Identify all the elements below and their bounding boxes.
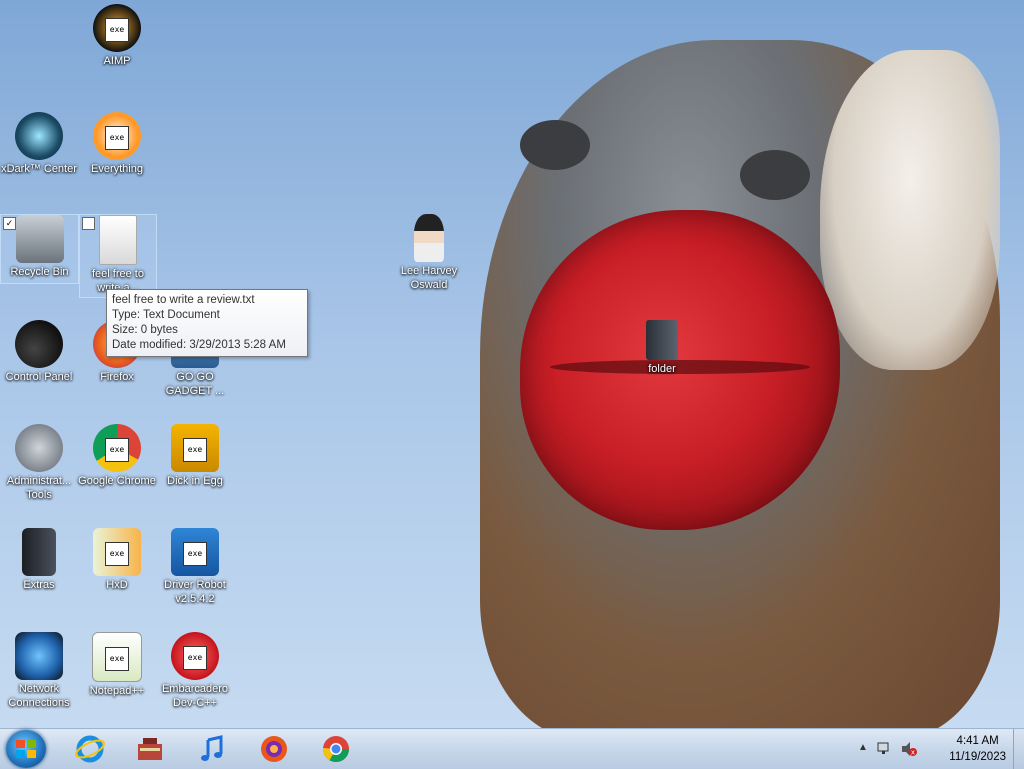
show-desktop-button[interactable]	[1013, 729, 1024, 769]
icon-label: Firefox	[100, 371, 134, 383]
icon-label: folder	[648, 363, 676, 375]
icon-label: AIMP	[103, 55, 131, 67]
desktop-icon-folder[interactable]: folder	[622, 320, 702, 376]
network-tray-icon[interactable]	[876, 740, 894, 758]
nostril-right	[740, 150, 810, 200]
desktop-icon-dev-cpp[interactable]: exe Embarcadero Dev-C++	[155, 632, 235, 710]
network-globe-icon	[15, 632, 63, 680]
start-button[interactable]	[6, 730, 46, 768]
tooltip-date-modified: Date modified: 3/29/2013 5:28 AM	[112, 339, 286, 351]
volume-muted-icon[interactable]: x	[900, 740, 918, 758]
desktop-icon-feel-free-txt[interactable]: feel free to write a...	[79, 214, 157, 298]
chrome-icon	[322, 736, 350, 763]
icon-label: Dick in Egg	[167, 475, 223, 487]
recycle-bin-icon	[15, 215, 64, 263]
clock-date: 11/19/2023	[949, 751, 1006, 763]
dick-in-egg-icon: exe	[171, 424, 219, 472]
icon-label: Control Panel	[5, 371, 73, 383]
icon-label: HxD	[106, 579, 128, 591]
toolbox-icon	[138, 738, 162, 760]
selection-checkbox[interactable]	[82, 217, 95, 230]
tooltip-type: Type: Text Document	[112, 309, 220, 321]
taskbar-chrome[interactable]	[314, 731, 358, 767]
icon-label: Google Chrome	[78, 475, 156, 487]
folder-icon	[646, 320, 678, 360]
windows-flag-icon	[16, 740, 36, 758]
firefox-icon	[261, 736, 287, 762]
desktop-icon-xdark[interactable]: xDark™ Center	[0, 112, 79, 176]
desktop-icon-aimp[interactable]: exe AIMP	[77, 4, 157, 68]
text-document-icon	[99, 215, 137, 265]
driver-robot-icon: exe	[171, 528, 219, 576]
icon-label: Notepad++	[89, 685, 145, 697]
desktop-icon-lee-harvey-oswald[interactable]: Lee Harvey Oswald	[389, 214, 469, 292]
extras-folder-icon	[22, 528, 56, 576]
horse-mane-image	[820, 50, 1000, 370]
admin-tools-gear-icon	[15, 424, 63, 472]
control-panel-icon	[15, 320, 63, 368]
taskbar-toolbox[interactable]	[128, 731, 172, 767]
internet-explorer-icon	[75, 735, 105, 763]
icon-label: Lee Harvey Oswald	[400, 265, 458, 291]
desktop-icon-admin-tools[interactable]: Administrat... Tools	[0, 424, 79, 502]
notepad-plus-plus-icon: exe	[92, 632, 142, 682]
icon-label: Extras	[23, 579, 55, 591]
desktop-icon-google-chrome[interactable]: exe Google Chrome	[77, 424, 157, 488]
taskbar: ▲ x 4:41 AM 11/19/2023	[0, 728, 1024, 769]
icon-label: Administrat... Tools	[6, 475, 72, 501]
svg-text:x: x	[911, 749, 915, 757]
tray-expand-icon[interactable]: ▲	[858, 742, 868, 753]
music-note-icon	[201, 735, 223, 761]
everything-icon: exe	[93, 112, 141, 160]
icon-label: Recycle Bin	[10, 266, 69, 278]
icon-label: Embarcadero Dev-C++	[161, 683, 229, 709]
desktop-icon-hxd[interactable]: exe HxD	[77, 528, 157, 592]
aimp-icon: exe	[93, 4, 141, 52]
tooltip-size: Size: 0 bytes	[112, 324, 178, 336]
desktop-icon-driver-robot[interactable]: exe Driver Robot v2.5.4.2	[155, 528, 235, 606]
icon-label: Network Connections	[8, 683, 70, 709]
clock-time: 4:41 AM	[956, 735, 999, 747]
file-info-tooltip: feel free to write a review.txt Type: Te…	[106, 289, 308, 357]
taskbar-firefox[interactable]	[252, 731, 296, 767]
icon-label: Everything	[91, 163, 143, 175]
desktop-icon-network-connections[interactable]: Network Connections	[0, 632, 79, 710]
desktop-icon-recycle-bin[interactable]: ✓ Recycle Bin	[0, 214, 79, 284]
nostril-left	[520, 120, 590, 170]
desktop-icon-everything[interactable]: exe Everything	[77, 112, 157, 176]
icon-label: GO GO GADGET ...	[165, 371, 225, 397]
tooltip-filename: feel free to write a review.txt	[112, 294, 255, 306]
taskbar-internet-explorer[interactable]	[68, 731, 112, 767]
dev-cpp-icon: exe	[171, 632, 219, 680]
selection-checkbox[interactable]: ✓	[3, 217, 16, 230]
desktop-icon-extras[interactable]: Extras	[0, 528, 79, 592]
desktop-icon-control-panel[interactable]: Control Panel	[0, 320, 79, 384]
system-tray: ▲ x 4:41 AM 11/19/2023	[854, 729, 1024, 769]
chrome-icon: exe	[93, 424, 141, 472]
icon-label: xDark™ Center	[1, 163, 77, 175]
desktop-icon-dick-in-egg[interactable]: exe Dick in Egg	[155, 424, 235, 488]
clock[interactable]: 4:41 AM 11/19/2023	[949, 733, 1006, 765]
hxd-icon: exe	[93, 528, 141, 576]
icon-label: Driver Robot v2.5.4.2	[164, 579, 226, 605]
xdark-icon	[15, 112, 63, 160]
anime-figure-icon	[414, 214, 444, 262]
desktop-icon-notepad-plus-plus[interactable]: exe Notepad++	[77, 632, 157, 698]
taskbar-music[interactable]	[190, 731, 234, 767]
